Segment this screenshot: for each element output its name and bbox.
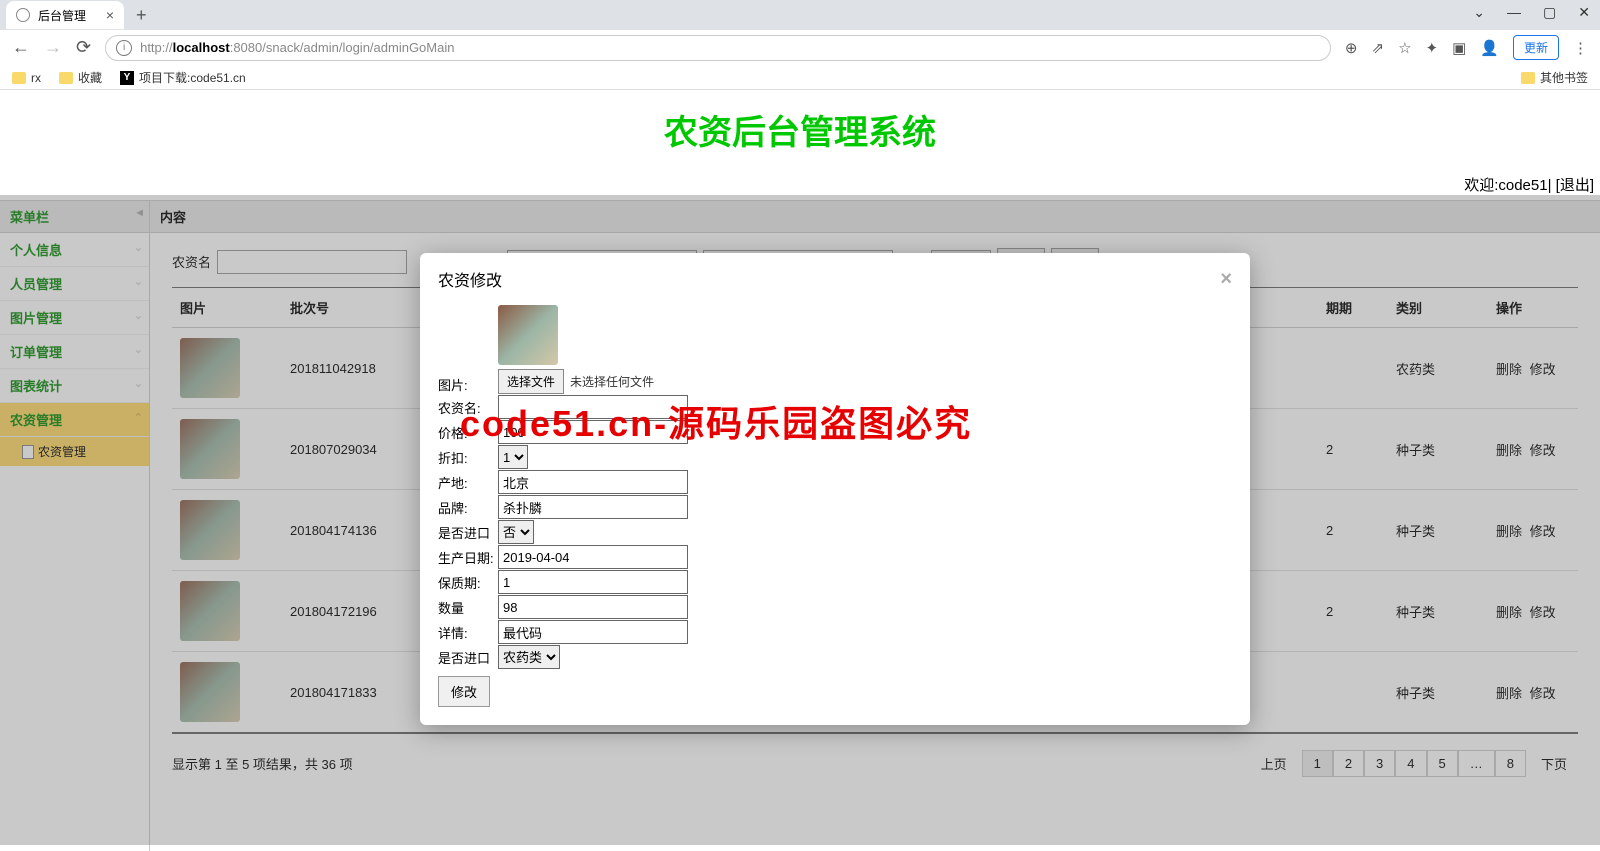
url-text: http://localhost:8080/snack/admin/login/… — [140, 40, 454, 55]
share-icon[interactable]: ⇗ — [1372, 39, 1385, 57]
favicon-icon — [16, 8, 30, 22]
new-tab-button[interactable]: + — [136, 5, 147, 26]
discount-select[interactable]: 1 — [498, 445, 528, 469]
sidepanel-icon[interactable]: ▣ — [1452, 39, 1466, 57]
browser-chrome: 后台管理 × + ⌄ — ▢ ✕ ← → ⟳ i http://localhos… — [0, 0, 1600, 90]
address-bar: ← → ⟳ i http://localhost:8080/snack/admi… — [0, 30, 1600, 65]
category-select[interactable]: 农药类 — [498, 645, 560, 669]
window-controls: ⌄ — ▢ ✕ — [1473, 4, 1590, 21]
qty-input[interactable] — [498, 595, 688, 619]
shelf-label: 保质期: — [438, 573, 498, 592]
bookmark-bar: rx 收藏 Y项目下载:code51.cn 其他书签 — [0, 65, 1600, 90]
brand-label: 品牌: — [438, 498, 498, 517]
name-label: 农资名: — [438, 398, 498, 417]
submit-button[interactable]: 修改 — [438, 676, 490, 707]
name-input[interactable] — [498, 395, 688, 419]
close-icon[interactable]: × — [1220, 268, 1232, 291]
brand-input[interactable] — [498, 495, 688, 519]
maximize-icon[interactable]: ▢ — [1543, 4, 1556, 21]
logout-link[interactable]: [退出] — [1556, 177, 1594, 194]
modal-body: 图片: 选择文件未选择任何文件 农资名: 价格: 折扣:1 产地: 品牌: 是否… — [420, 305, 1250, 725]
origin-label: 产地: — [438, 473, 498, 492]
price-label: 价格: — [438, 423, 498, 442]
bookmark-other[interactable]: 其他书签 — [1521, 69, 1588, 86]
image-preview — [498, 305, 558, 365]
proddate-input[interactable] — [498, 545, 688, 569]
chevron-down-icon[interactable]: ⌄ — [1473, 4, 1485, 21]
import-select[interactable]: 否 — [498, 520, 534, 544]
bookmark-dl[interactable]: Y项目下载:code51.cn — [120, 69, 246, 86]
qty-label: 数量 — [438, 598, 498, 617]
close-icon[interactable]: × — [106, 7, 114, 23]
back-button[interactable]: ← — [12, 37, 30, 58]
origin-input[interactable] — [498, 470, 688, 494]
bookmark-icon[interactable]: ☆ — [1398, 39, 1411, 57]
menu-icon[interactable]: ⋮ — [1573, 39, 1588, 57]
app-header: 农资后台管理系统 — [0, 90, 1600, 169]
search-icon[interactable]: ⊕ — [1345, 39, 1358, 57]
bookmark-fav[interactable]: 收藏 — [59, 69, 102, 86]
folder-icon — [1521, 72, 1535, 84]
modal-header: 农资修改 × — [420, 253, 1250, 305]
url-input[interactable]: i http://localhost:8080/snack/admin/logi… — [105, 35, 1331, 61]
shelf-input[interactable] — [498, 570, 688, 594]
detail-input[interactable] — [498, 620, 688, 644]
minimize-icon[interactable]: — — [1507, 4, 1521, 21]
toolbar-right: ⊕ ⇗ ☆ ✦ ▣ 👤 更新 ⋮ — [1345, 35, 1588, 60]
folder-icon — [12, 72, 26, 84]
extensions-icon[interactable]: ✦ — [1426, 39, 1439, 57]
forward-button[interactable]: → — [44, 37, 62, 58]
price-input[interactable] — [498, 420, 688, 444]
category-label: 是否进口 — [438, 648, 498, 667]
folder-icon — [59, 72, 73, 84]
image-label: 图片: — [438, 375, 498, 394]
detail-label: 详情: — [438, 623, 498, 642]
page-title: 农资后台管理系统 — [0, 105, 1600, 154]
discount-label: 折扣: — [438, 448, 498, 467]
edit-modal: 农资修改 × 图片: 选择文件未选择任何文件 农资名: 价格: 折扣:1 产地:… — [420, 253, 1250, 725]
reload-button[interactable]: ⟳ — [76, 37, 91, 58]
site-icon: Y — [120, 71, 134, 85]
profile-icon[interactable]: 👤 — [1480, 39, 1499, 57]
username: code51 — [1498, 177, 1547, 194]
file-select-button[interactable]: 选择文件 — [498, 369, 564, 394]
close-window-icon[interactable]: ✕ — [1578, 4, 1590, 21]
proddate-label: 生产日期: — [438, 548, 498, 567]
update-button[interactable]: 更新 — [1513, 35, 1559, 60]
modal-title: 农资修改 — [438, 267, 502, 291]
tab-bar: 后台管理 × + ⌄ — ▢ ✕ — [0, 0, 1600, 30]
tab-title: 后台管理 — [38, 7, 86, 24]
file-status: 未选择任何文件 — [570, 375, 654, 389]
site-info-icon[interactable]: i — [116, 40, 132, 56]
browser-tab[interactable]: 后台管理 × — [6, 1, 124, 29]
import-label: 是否进口 — [438, 523, 498, 542]
bookmark-rx[interactable]: rx — [12, 71, 41, 85]
